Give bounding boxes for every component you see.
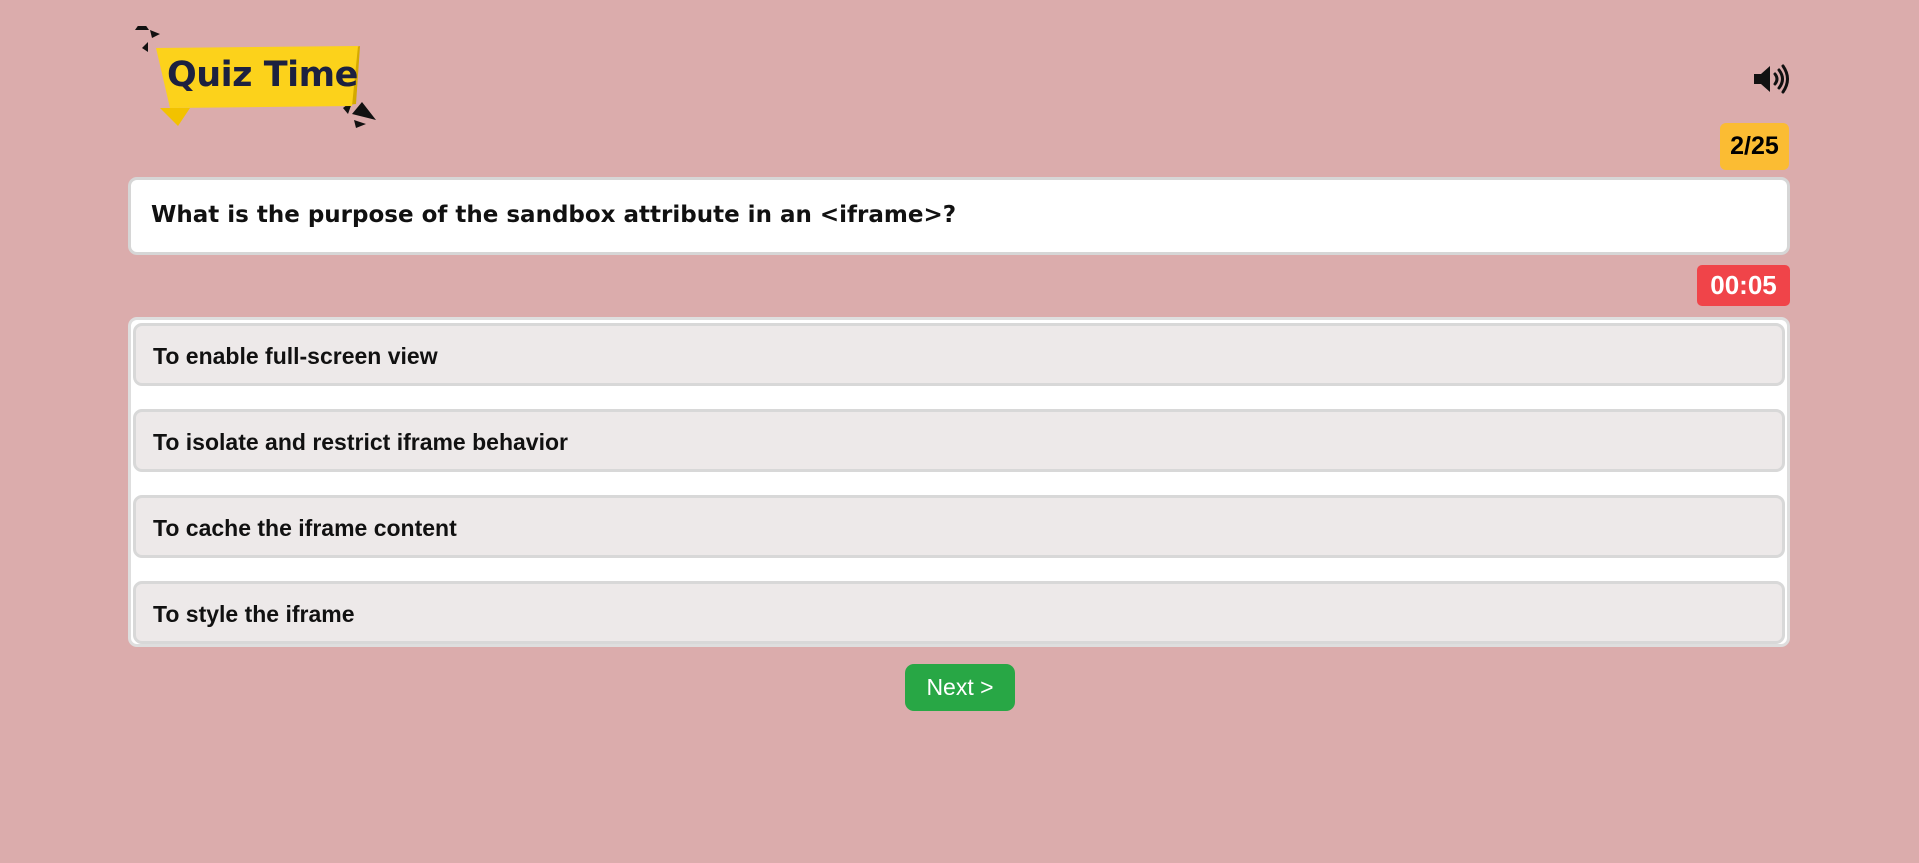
speaker-volume-icon <box>1754 64 1789 94</box>
answer-option-label: To isolate and restrict iframe behavior <box>153 429 568 455</box>
answer-options-list: To enable full-screen view To isolate an… <box>128 317 1790 647</box>
answer-option-label: To cache the iframe content <box>153 515 457 541</box>
logo-title: Quiz Time <box>167 55 358 95</box>
answer-option-label: To style the iframe <box>153 601 355 627</box>
question-text: What is the purpose of the sandbox attri… <box>151 202 957 228</box>
countdown-timer: 00:05 <box>1697 265 1790 306</box>
sound-toggle-button[interactable] <box>1752 63 1792 95</box>
answer-option[interactable]: To cache the iframe content <box>133 495 1785 558</box>
answer-option[interactable]: To isolate and restrict iframe behavior <box>133 409 1785 472</box>
question-card: What is the purpose of the sandbox attri… <box>128 177 1790 255</box>
answer-option[interactable]: To enable full-screen view <box>133 323 1785 386</box>
question-counter-badge: 2/25 <box>1720 123 1789 170</box>
answer-option[interactable]: To style the iframe <box>133 581 1785 644</box>
quiz-time-logo: Quiz Time <box>130 26 380 130</box>
answer-option-label: To enable full-screen view <box>153 343 438 369</box>
next-button[interactable]: Next > <box>905 664 1015 711</box>
